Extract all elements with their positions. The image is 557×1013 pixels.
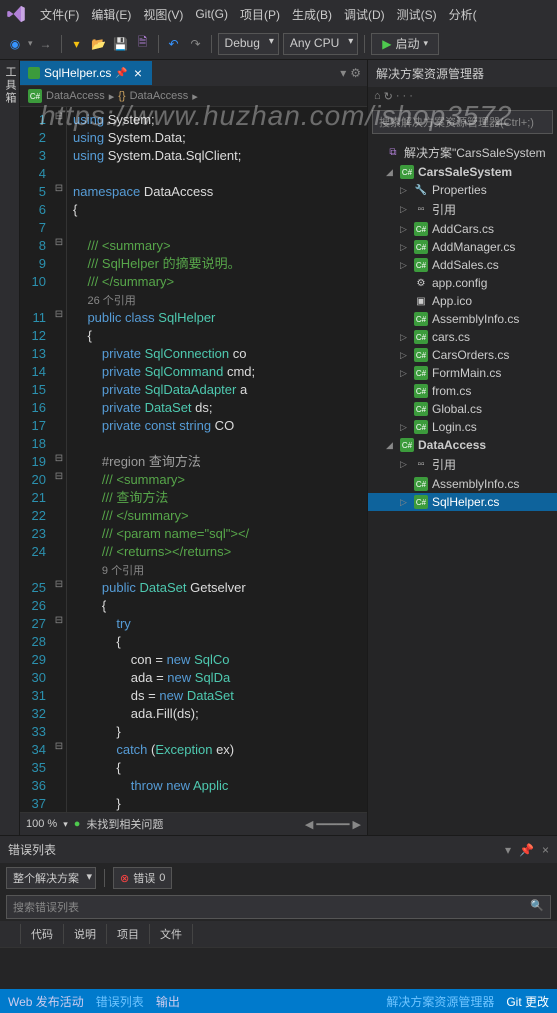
tree-node[interactable]: ▷C#FormMain.cs (368, 364, 557, 382)
tree-node[interactable]: ◢C#DataAccess (368, 436, 557, 454)
error-list-panel: 错误列表 ▾ 📌 × 整个解决方案 ⊗ 错误 0 搜索错误列表 🔍 代码说明项目… (0, 835, 557, 1003)
menu-git[interactable]: Git(G) (189, 4, 234, 24)
statusbar-tab[interactable]: Web 发布活动 (8, 993, 84, 1010)
menu-project[interactable]: 项目(P) (234, 3, 286, 26)
issues-label: 未找到相关问题 (86, 816, 163, 832)
refresh-icon[interactable]: ↻ (384, 90, 393, 103)
close-icon[interactable]: × (542, 843, 549, 857)
editor-statusbar: 100 % ▾ ● 未找到相关问题 ◀ ━━━━━ ▶ (20, 812, 367, 835)
tree-node[interactable]: C#AssemblyInfo.cs (368, 475, 557, 493)
save-button[interactable]: 💾 (112, 35, 130, 53)
code-content[interactable]: using System;using System.Data;using Sys… (66, 107, 367, 812)
menu-debug[interactable]: 调试(D) (338, 3, 391, 26)
new-button[interactable]: ▾ (68, 35, 86, 53)
tree-node[interactable]: ⧉解决方案"CarsSaleSystem (368, 142, 557, 163)
visual-studio-icon (6, 4, 26, 24)
nav-back-button[interactable]: ◉ (6, 35, 24, 53)
start-label: 启动 (396, 35, 420, 52)
tab-filename: SqlHelper.cs (44, 66, 111, 80)
menu-view[interactable]: 视图(V) (137, 3, 189, 26)
dropdown-icon[interactable]: ▾ (505, 843, 511, 857)
solution-explorer: 解决方案资源管理器 ⌂ ↻ ··· 搜索解决方案资源管理器(Ctrl+;) ⧉解… (367, 60, 557, 835)
error-search[interactable]: 搜索错误列表 🔍 (6, 895, 551, 919)
toolbox-tab[interactable]: 工具箱 (0, 60, 20, 111)
solution-tree[interactable]: ⧉解决方案"CarsSaleSystem◢C#CarsSaleSystem▷🔧P… (368, 138, 557, 835)
platform-dropdown[interactable]: Any CPU (283, 33, 358, 55)
save-all-button[interactable]: 🗎 (134, 35, 152, 53)
home-icon[interactable]: ⌂ (374, 90, 381, 103)
tree-node[interactable]: ◢C#CarsSaleSystem (368, 163, 557, 181)
tree-node[interactable]: ▷C#Login.cs (368, 418, 557, 436)
statusbar-tab[interactable]: 错误列表 (96, 993, 144, 1010)
redo-button[interactable]: ↷ (187, 35, 205, 53)
fold-column[interactable]: ⊟⊟⊟⊟⊟⊟⊟⊟⊟ (52, 107, 66, 812)
errors-count: 0 (159, 872, 165, 884)
left-sidebar: 工具箱 (0, 60, 20, 835)
nav-fwd-button[interactable]: → (37, 35, 55, 53)
start-debug-button[interactable]: ▶ 启动 ▾ (371, 33, 439, 55)
errors-label: 错误 (133, 870, 155, 886)
tree-node[interactable]: ▣App.ico (368, 292, 557, 310)
undo-button[interactable]: ↶ (165, 35, 183, 53)
search-icon: 🔍 (530, 899, 544, 915)
error-scope-dropdown[interactable]: 整个解决方案 (6, 867, 96, 889)
explorer-toolbar: ⌂ ↻ ··· (368, 87, 557, 106)
config-dropdown[interactable]: Debug (218, 33, 279, 55)
line-gutter: 1234567891011121314151617181920212223242… (20, 107, 52, 812)
error-list-title: 错误列表 (8, 841, 56, 858)
breadcrumb-class: DataAccess (130, 90, 189, 102)
pin-icon[interactable]: 📌 (519, 843, 534, 857)
zoom-level[interactable]: 100 % (26, 818, 57, 830)
tree-node[interactable]: C#AssemblyInfo.cs (368, 310, 557, 328)
csharp-file-icon (28, 67, 40, 79)
csharp-icon: C# (28, 89, 42, 103)
tree-node[interactable]: ▷C#cars.cs (368, 328, 557, 346)
tree-node[interactable]: ▷C#CarsOrders.cs (368, 346, 557, 364)
statusbar: Web 发布活动错误列表输出 解决方案资源管理器 Git 更改 (0, 989, 557, 1013)
check-icon: ● (74, 818, 81, 830)
menu-build[interactable]: 生成(B) (286, 3, 338, 26)
error-columns: 代码说明项目文件 (0, 921, 557, 948)
play-icon: ▶ (382, 37, 391, 51)
statusbar-tab[interactable]: 解决方案资源管理器 (386, 993, 494, 1010)
explorer-search[interactable]: 搜索解决方案资源管理器(Ctrl+;) (372, 110, 553, 134)
tree-node[interactable]: ▷🔧Properties (368, 181, 557, 199)
editor-area: SqlHelper.cs 📌 × ▾ ⚙ C# DataAccess ▸ {} … (20, 60, 367, 835)
tree-node[interactable]: ▷▫▫引用 (368, 199, 557, 220)
open-button[interactable]: 📂 (90, 35, 108, 53)
file-tab[interactable]: SqlHelper.cs 📌 × (20, 61, 152, 85)
tree-node[interactable]: ▷C#AddSales.cs (368, 256, 557, 274)
toolbar: ◉▾ → ▾ 📂 💾 🗎 ↶ ↷ Debug Any CPU ▶ 启动 ▾ (0, 28, 557, 60)
tree-node[interactable]: ▷C#AddCars.cs (368, 220, 557, 238)
error-x-icon: ⊗ (120, 872, 129, 885)
menu-edit[interactable]: 编辑(E) (85, 3, 137, 26)
tree-node[interactable]: ▷▫▫引用 (368, 454, 557, 475)
code-editor[interactable]: 1234567891011121314151617181920212223242… (20, 107, 367, 812)
explorer-title: 解决方案资源管理器 (368, 60, 557, 87)
tree-node[interactable]: ▷C#AddManager.cs (368, 238, 557, 256)
close-tab-button[interactable]: × (132, 65, 144, 81)
tree-node[interactable]: ▷C#SqlHelper.cs (368, 493, 557, 511)
menu-test[interactable]: 测试(S) (391, 3, 443, 26)
gear-icon[interactable]: ⚙ (350, 66, 361, 80)
statusbar-tab[interactable]: 输出 (156, 993, 180, 1010)
errors-filter[interactable]: ⊗ 错误 0 (113, 867, 172, 889)
menu-file[interactable]: 文件(F) (34, 3, 85, 26)
breadcrumb-ns: DataAccess (46, 90, 105, 102)
tree-node[interactable]: C#Global.cs (368, 400, 557, 418)
menubar: 文件(F) 编辑(E) 视图(V) Git(G) 项目(P) 生成(B) 调试(… (0, 0, 557, 28)
menu-analyze[interactable]: 分析( (443, 3, 483, 26)
tab-overflow-icon[interactable]: ▾ (340, 66, 346, 80)
statusbar-tab[interactable]: Git 更改 (506, 993, 549, 1010)
tree-node[interactable]: C#from.cs (368, 382, 557, 400)
editor-breadcrumb[interactable]: C# DataAccess ▸ {} DataAccess ▸ (20, 86, 367, 107)
pin-icon[interactable]: 📌 (115, 68, 127, 79)
document-tabs: SqlHelper.cs 📌 × ▾ ⚙ (20, 60, 367, 86)
tree-node[interactable]: ⚙app.config (368, 274, 557, 292)
